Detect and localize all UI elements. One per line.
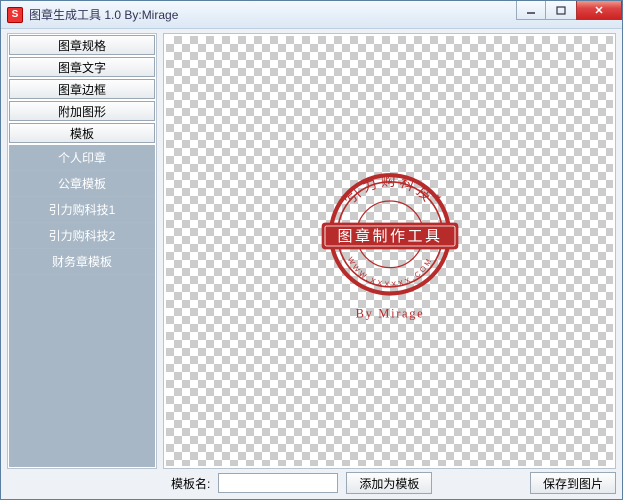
seal-svg: 引力购科技 WWW.XXXXXX.COM 图章制作工具 By Mirage ★ … (290, 151, 490, 351)
template-item-personal[interactable]: 个人印章 (9, 145, 155, 171)
template-item-label: 引力购科技1 (49, 201, 116, 218)
template-item-official[interactable]: 公章模板 (9, 171, 155, 197)
section-addgraphic[interactable]: 附加图形 (9, 101, 155, 121)
seal-top-text: 引力购科技 (343, 174, 436, 207)
svg-text:★: ★ (433, 193, 442, 204)
maximize-icon (556, 5, 566, 15)
template-item-yinligou2[interactable]: 引力购科技2 (9, 223, 155, 249)
template-item-label: 财务章模板 (52, 253, 112, 270)
section-spec[interactable]: 图章规格 (9, 35, 155, 55)
content-area: 图章规格 图章文字 图章边框 附加图形 模板 个人印章 公章模板 引力购科技1 … (1, 29, 622, 471)
template-item-label: 引力购科技2 (49, 227, 116, 244)
add-template-button[interactable]: 添加为模板 (346, 472, 432, 494)
window-controls (516, 1, 622, 20)
section-label: 图章边框 (58, 81, 106, 98)
template-name-label: 模板名: (171, 475, 210, 492)
canvas-area[interactable]: 引力购科技 WWW.XXXXXX.COM 图章制作工具 By Mirage ★ … (163, 33, 616, 469)
svg-text:★: ★ (340, 193, 349, 204)
btn-label: 添加为模板 (359, 477, 419, 491)
section-label: 图章文字 (58, 59, 106, 76)
maximize-button[interactable] (546, 1, 576, 20)
minimize-icon (526, 5, 536, 15)
minimize-button[interactable] (516, 1, 546, 20)
save-image-button[interactable]: 保存到图片 (530, 472, 616, 494)
window-title: 图章生成工具 1.0 By:Mirage (29, 6, 178, 23)
section-text[interactable]: 图章文字 (9, 57, 155, 77)
app-icon: S (7, 7, 23, 23)
template-item-label: 个人印章 (58, 149, 106, 166)
template-name-input[interactable] (218, 473, 338, 493)
template-list: 个人印章 公章模板 引力购科技1 引力购科技2 财务章模板 (9, 145, 155, 467)
btn-label: 保存到图片 (543, 477, 603, 491)
template-item-yinligou1[interactable]: 引力购科技1 (9, 197, 155, 223)
close-button[interactable] (576, 1, 622, 20)
app-window: S 图章生成工具 1.0 By:Mirage 图章规格 图章文字 图章边框 附加… (0, 0, 623, 500)
bottom-bar: 模板名: 添加为模板 保存到图片 (1, 471, 622, 499)
sidebar: 图章规格 图章文字 图章边框 附加图形 模板 个人印章 公章模板 引力购科技1 … (7, 33, 157, 469)
section-border[interactable]: 图章边框 (9, 79, 155, 99)
seal-banner-text: 图章制作工具 (337, 227, 442, 245)
section-label: 附加图形 (58, 103, 106, 120)
close-icon (594, 5, 604, 15)
template-item-label: 公章模板 (58, 175, 106, 192)
section-label: 模板 (70, 125, 94, 142)
template-item-finance[interactable]: 财务章模板 (9, 249, 155, 275)
section-label: 图章规格 (58, 37, 106, 54)
seal-author-text: By Mirage (355, 307, 424, 321)
seal-preview: 引力购科技 WWW.XXXXXX.COM 图章制作工具 By Mirage ★ … (290, 151, 490, 351)
section-templates[interactable]: 模板 (9, 123, 155, 143)
titlebar: S 图章生成工具 1.0 By:Mirage (1, 1, 622, 29)
